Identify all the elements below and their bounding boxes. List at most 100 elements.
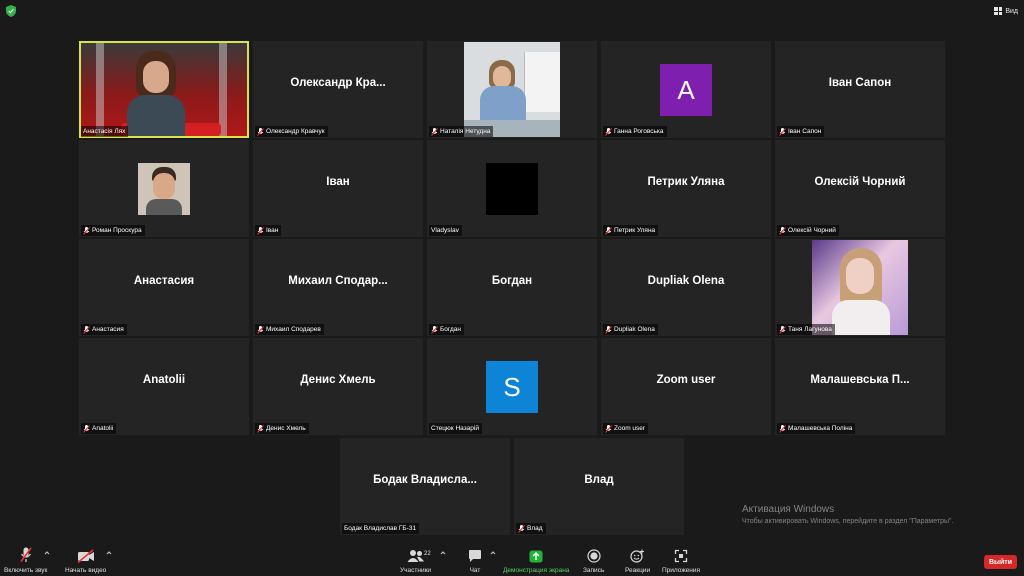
participant-display-name: Петрик Уляна xyxy=(647,175,725,188)
chat-label: Чат xyxy=(469,567,481,574)
participant-video xyxy=(464,42,560,137)
mic-muted-icon xyxy=(431,127,438,136)
participant-display-name: Денис Хмель xyxy=(300,373,376,386)
smiley-plus-icon xyxy=(630,549,645,563)
participant-name-label: Таня Лагунова xyxy=(777,324,835,335)
record-label: Запись xyxy=(583,567,605,574)
participant-name-label: Наталія Нетудна xyxy=(429,126,494,137)
participant-display-name: Михаил Сподар... xyxy=(288,274,388,287)
participant-display-name: Малашевська П... xyxy=(810,373,910,386)
participants-button[interactable]: Участники xyxy=(400,545,431,574)
participant-tile[interactable]: Анастасія Лях xyxy=(79,41,249,138)
share-screen-button[interactable]: Демонстрация экрана xyxy=(503,545,569,574)
mic-muted-icon xyxy=(257,127,264,136)
record-button[interactable]: Запись xyxy=(583,545,604,574)
participant-display-name: Анастасия xyxy=(133,274,195,287)
participant-tile[interactable]: Zoom user Zoom user xyxy=(601,338,771,435)
participant-display-name: Влад xyxy=(584,473,614,486)
participant-tile[interactable]: Денис Хмель Денис Хмель xyxy=(253,338,423,435)
participant-tile[interactable]: Наталія Нетудна xyxy=(427,41,597,138)
participant-display-name: Бодак Владисла... xyxy=(373,473,477,486)
apps-button[interactable]: Приложения xyxy=(662,545,700,574)
participant-name-label: Іван xyxy=(255,225,282,236)
participant-video xyxy=(81,43,247,136)
participant-tile[interactable]: Іван Іван xyxy=(253,140,423,237)
start-video-label: Начать видео xyxy=(65,567,107,574)
mic-muted-icon xyxy=(257,325,264,334)
mic-muted-icon xyxy=(779,127,786,136)
participants-label: Участники xyxy=(400,567,432,574)
share-screen-label: Демонстрация экрана xyxy=(503,567,570,574)
participant-tile[interactable]: Таня Лагунова xyxy=(775,239,945,336)
participant-tile[interactable]: Anatolii Anatolii xyxy=(79,338,249,435)
mic-muted-icon xyxy=(83,325,90,334)
leave-meeting-button[interactable]: Выйти xyxy=(984,555,1017,569)
participant-tile[interactable]: Малашевська П... Малашевська Поліна xyxy=(775,338,945,435)
mic-muted-icon xyxy=(605,424,612,433)
participant-tile[interactable]: Dupliak Olena Dupliak Olena xyxy=(601,239,771,336)
participant-video xyxy=(138,163,190,215)
participant-name-label: Олександр Кравчук xyxy=(255,126,328,137)
mic-muted-icon xyxy=(83,226,90,235)
participant-name-label: Vladyslav xyxy=(429,225,462,236)
participant-display-name: Іван Сапон xyxy=(828,76,892,89)
participant-display-name: Богдан xyxy=(491,274,533,287)
reactions-label: Реакции xyxy=(625,567,651,574)
participants-options-chevron-icon[interactable] xyxy=(440,550,446,556)
mic-muted-icon xyxy=(605,325,612,334)
participant-avatar: S xyxy=(486,361,538,413)
participant-name-label: Олексій Чорний xyxy=(777,225,839,236)
participant-tile[interactable]: S Стецюк Назарій xyxy=(427,338,597,435)
participant-tile[interactable]: Петрик Уляна Петрик Уляна xyxy=(601,140,771,237)
participant-name-label: Anatolii xyxy=(81,423,117,434)
participant-name-label: Анастасія Лях xyxy=(81,126,129,137)
participant-name-label: Роман Проскура xyxy=(81,225,145,236)
participant-name-label: Zoom user xyxy=(603,423,649,434)
apps-icon xyxy=(674,549,688,563)
chat-button[interactable]: Чат xyxy=(468,545,482,574)
participant-name-label: Ганна Роговська xyxy=(603,126,667,137)
meeting-toolbar: Включить звук Начать видео Участники 22 … xyxy=(0,542,1024,576)
mic-muted-icon xyxy=(779,325,786,334)
participant-tile[interactable]: Роман Проскура xyxy=(79,140,249,237)
video-off-icon xyxy=(77,549,94,563)
mic-muted-icon xyxy=(779,424,786,433)
chat-options-chevron-icon[interactable] xyxy=(490,550,496,556)
participant-name-label: Стецюк Назарій xyxy=(429,423,482,434)
participant-tile[interactable]: Бодак Владисла... Бодак Владислав ГБ-31 xyxy=(340,438,510,535)
unmute-label: Включить звук xyxy=(4,567,48,574)
participant-tile[interactable]: Анастасия Анастасия xyxy=(79,239,249,336)
mic-muted-icon xyxy=(605,226,612,235)
mic-muted-icon xyxy=(779,226,786,235)
watermark-subtitle: Чтобы активировать Windows, перейдите в … xyxy=(742,518,954,525)
participant-name-label: Іван Сапон xyxy=(777,126,825,137)
participant-name-label: Михаил Сподарев xyxy=(255,324,324,335)
participants-icon xyxy=(407,550,424,562)
participant-tile[interactable]: Михаил Сподар... Михаил Сподарев xyxy=(253,239,423,336)
participant-tile[interactable]: Богдан Богдан xyxy=(427,239,597,336)
share-screen-icon xyxy=(529,550,543,563)
participant-display-name: Anatolii xyxy=(142,373,186,386)
mic-muted-icon xyxy=(83,424,90,433)
participant-tile[interactable]: Іван Сапон Іван Сапон xyxy=(775,41,945,138)
windows-activation-watermark: Активация Windows Чтобы активировать Win… xyxy=(742,504,953,525)
mic-muted-icon xyxy=(431,325,438,334)
participant-display-name: Zoom user xyxy=(656,373,716,386)
unmute-button[interactable]: Включить звук xyxy=(4,545,47,574)
reactions-button[interactable]: Реакции xyxy=(625,545,650,574)
participant-tile[interactable]: Олексій Чорний Олексій Чорний xyxy=(775,140,945,237)
participant-tile[interactable]: Vladyslav xyxy=(427,140,597,237)
audio-options-chevron-icon[interactable] xyxy=(44,550,50,556)
participant-display-name: Іван xyxy=(326,175,350,188)
mic-muted-icon xyxy=(257,226,264,235)
participant-tile[interactable]: Влад Влад xyxy=(514,438,684,535)
participant-avatar: A xyxy=(660,64,712,116)
participant-video xyxy=(486,163,538,215)
participant-tile[interactable]: Олександр Кра... Олександр Кравчук xyxy=(253,41,423,138)
video-options-chevron-icon[interactable] xyxy=(106,550,112,556)
participant-tile[interactable]: A Ганна Роговська xyxy=(601,41,771,138)
participant-name-label: Петрик Уляна xyxy=(603,225,659,236)
participant-name-label: Влад xyxy=(516,523,546,534)
start-video-button[interactable]: Начать видео xyxy=(65,545,106,574)
participant-video xyxy=(812,240,908,335)
